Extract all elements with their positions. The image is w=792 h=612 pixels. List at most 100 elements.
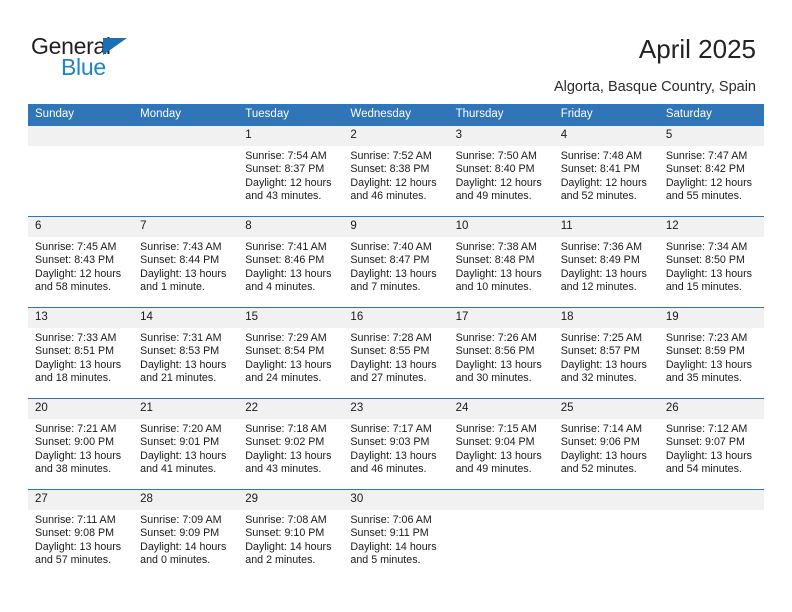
weekday-header-tuesday: Tuesday bbox=[238, 104, 344, 126]
day-sun-info: Sunrise: 7:50 AM Sunset: 8:40 PM Daylight:… bbox=[449, 146, 554, 204]
daylight-text: Daylight: 13 hours and 24 minutes. bbox=[245, 358, 332, 385]
sunrise-text: Sunrise: 7:41 AM bbox=[245, 241, 327, 253]
daylight-text: Daylight: 13 hours and 27 minutes. bbox=[350, 358, 437, 385]
day-number: 24 bbox=[448, 399, 554, 419]
day-cell-inner bbox=[658, 490, 764, 580]
calendar-day-cell[interactable]: 22 Sunrise: 7:18 AM Sunset: 9:02 PM Dayligh… bbox=[238, 398, 344, 490]
day-cell-inner: 12 Sunrise: 7:34 AM Sunset: 8:50 PM Dayligh… bbox=[658, 217, 764, 307]
day-cell-inner: 28 Sunrise: 7:09 AM Sunset: 9:09 PM Dayligh… bbox=[133, 490, 239, 580]
calendar-day-cell[interactable]: 3 Sunrise: 7:50 AM Sunset: 8:40 PM Daylight… bbox=[448, 125, 554, 217]
calendar-day-cell[interactable]: 17 Sunrise: 7:26 AM Sunset: 8:56 PM Dayligh… bbox=[448, 307, 554, 399]
calendar-day-cell[interactable]: 23 Sunrise: 7:17 AM Sunset: 9:03 PM Dayligh… bbox=[343, 398, 449, 490]
page-title: April 2025 bbox=[638, 34, 756, 64]
sunset-text: Sunset: 8:53 PM bbox=[140, 345, 220, 358]
location-subtitle: Algorta, Basque Country, Spain bbox=[553, 79, 756, 95]
sunrise-text: Sunrise: 7:28 AM bbox=[350, 332, 432, 344]
day-number bbox=[658, 490, 764, 510]
day-number: 27 bbox=[28, 490, 134, 510]
day-cell-inner: 19 Sunrise: 7:23 AM Sunset: 8:59 PM Dayligh… bbox=[658, 308, 764, 398]
calendar-day-cell[interactable]: 24 Sunrise: 7:15 AM Sunset: 9:04 PM Dayligh… bbox=[448, 398, 554, 490]
day-number: 13 bbox=[28, 308, 134, 328]
calendar-day-cell[interactable]: 13 Sunrise: 7:33 AM Sunset: 8:51 PM Dayligh… bbox=[28, 307, 134, 399]
calendar-week-row: 1 Sunrise: 7:54 AM Sunset: 8:37 PM Daylight… bbox=[28, 125, 764, 217]
calendar-day-cell[interactable]: 28 Sunrise: 7:09 AM Sunset: 9:09 PM Dayligh… bbox=[133, 489, 239, 580]
day-cell-inner: 27 Sunrise: 7:11 AM Sunset: 9:08 PM Dayligh… bbox=[28, 490, 134, 580]
day-number: 18 bbox=[553, 308, 659, 328]
calendar-day-cell[interactable]: 20 Sunrise: 7:21 AM Sunset: 9:00 PM Dayligh… bbox=[28, 398, 134, 490]
sunset-text: Sunset: 8:41 PM bbox=[560, 163, 640, 176]
calendar-day-cell-empty bbox=[133, 125, 239, 217]
day-number: 21 bbox=[133, 399, 239, 419]
day-cell-inner: 17 Sunrise: 7:26 AM Sunset: 8:56 PM Dayligh… bbox=[448, 308, 554, 398]
daylight-text: Daylight: 13 hours and 12 minutes. bbox=[560, 267, 647, 294]
sunrise-text: Sunrise: 7:45 AM bbox=[35, 241, 117, 253]
day-sun-info: Sunrise: 7:41 AM Sunset: 8:46 PM Daylight:… bbox=[238, 237, 343, 295]
calendar-day-cell[interactable]: 19 Sunrise: 7:23 AM Sunset: 8:59 PM Dayligh… bbox=[658, 307, 764, 399]
day-cell-inner: 18 Sunrise: 7:25 AM Sunset: 8:57 PM Dayligh… bbox=[553, 308, 659, 398]
calendar-day-cell[interactable]: 5 Sunrise: 7:47 AM Sunset: 8:42 PM Daylight… bbox=[658, 125, 764, 217]
calendar-day-cell[interactable]: 9 Sunrise: 7:40 AM Sunset: 8:47 PM Daylight… bbox=[343, 216, 449, 308]
sunset-text: Sunset: 8:42 PM bbox=[665, 163, 745, 176]
day-cell-inner bbox=[448, 490, 554, 580]
sunrise-text: Sunrise: 7:48 AM bbox=[560, 150, 643, 162]
sunset-text: Sunset: 8:46 PM bbox=[245, 254, 325, 267]
calendar-day-cell[interactable]: 21 Sunrise: 7:20 AM Sunset: 9:01 PM Dayligh… bbox=[133, 398, 239, 490]
sunrise-text: Sunrise: 7:06 AM bbox=[350, 514, 432, 526]
calendar-day-cell[interactable]: 27 Sunrise: 7:11 AM Sunset: 9:08 PM Dayligh… bbox=[28, 489, 134, 580]
calendar-day-cell[interactable]: 15 Sunrise: 7:29 AM Sunset: 8:54 PM Dayligh… bbox=[238, 307, 344, 399]
sunset-text: Sunset: 8:50 PM bbox=[665, 254, 745, 267]
daylight-text: Daylight: 14 hours and 2 minutes. bbox=[245, 540, 332, 567]
calendar-day-cell[interactable]: 6 Sunrise: 7:45 AM Sunset: 8:43 PM Daylight… bbox=[28, 216, 134, 308]
sunrise-text: Sunrise: 7:26 AM bbox=[455, 332, 537, 344]
page-header: General Blue April 2025 Algorta, Basque … bbox=[0, 0, 792, 100]
logo-text-blue: Blue bbox=[61, 54, 106, 80]
day-sun-info: Sunrise: 7:48 AM Sunset: 8:41 PM Daylight:… bbox=[554, 146, 659, 204]
calendar-day-cell[interactable]: 26 Sunrise: 7:12 AM Sunset: 9:07 PM Dayligh… bbox=[658, 398, 764, 490]
daylight-text: Daylight: 13 hours and 4 minutes. bbox=[245, 267, 332, 294]
day-sun-info: Sunrise: 7:12 AM Sunset: 9:07 PM Daylight:… bbox=[659, 419, 764, 477]
calendar-week-row: 6 Sunrise: 7:45 AM Sunset: 8:43 PM Daylight… bbox=[28, 216, 764, 308]
day-cell-inner: 13 Sunrise: 7:33 AM Sunset: 8:51 PM Dayligh… bbox=[28, 308, 134, 398]
sunset-text: Sunset: 9:02 PM bbox=[245, 436, 325, 449]
day-cell-inner: 8 Sunrise: 7:41 AM Sunset: 8:46 PM Daylight… bbox=[238, 217, 344, 307]
day-number: 30 bbox=[343, 490, 449, 510]
calendar-day-cell[interactable]: 29 Sunrise: 7:08 AM Sunset: 9:10 PM Dayligh… bbox=[238, 489, 344, 580]
daylight-text: Daylight: 12 hours and 52 minutes. bbox=[560, 176, 647, 203]
sunset-text: Sunset: 8:40 PM bbox=[455, 163, 535, 176]
calendar-day-cell[interactable]: 7 Sunrise: 7:43 AM Sunset: 8:44 PM Daylight… bbox=[133, 216, 239, 308]
calendar-day-cell[interactable]: 18 Sunrise: 7:25 AM Sunset: 8:57 PM Dayligh… bbox=[553, 307, 659, 399]
daylight-text: Daylight: 13 hours and 46 minutes. bbox=[350, 449, 437, 476]
general-blue-logo[interactable]: General Blue bbox=[31, 33, 231, 81]
calendar-day-cell[interactable]: 2 Sunrise: 7:52 AM Sunset: 8:38 PM Daylight… bbox=[343, 125, 449, 217]
calendar-week-row: 20 Sunrise: 7:21 AM Sunset: 9:00 PM Dayligh… bbox=[28, 398, 764, 490]
sunset-text: Sunset: 9:04 PM bbox=[455, 436, 535, 449]
daylight-text: Daylight: 13 hours and 35 minutes. bbox=[665, 358, 752, 385]
day-sun-info: Sunrise: 7:34 AM Sunset: 8:50 PM Daylight:… bbox=[659, 237, 764, 295]
day-cell-inner: 3 Sunrise: 7:50 AM Sunset: 8:40 PM Daylight… bbox=[448, 126, 554, 216]
day-sun-info: Sunrise: 7:08 AM Sunset: 9:10 PM Daylight:… bbox=[238, 510, 343, 568]
day-cell-inner: 4 Sunrise: 7:48 AM Sunset: 8:41 PM Daylight… bbox=[553, 126, 659, 216]
calendar-day-cell[interactable]: 16 Sunrise: 7:28 AM Sunset: 8:55 PM Dayligh… bbox=[343, 307, 449, 399]
day-cell-inner: 11 Sunrise: 7:36 AM Sunset: 8:49 PM Dayligh… bbox=[553, 217, 659, 307]
day-number: 2 bbox=[343, 126, 449, 146]
calendar-day-cell[interactable]: 4 Sunrise: 7:48 AM Sunset: 8:41 PM Daylight… bbox=[553, 125, 659, 217]
sunrise-text: Sunrise: 7:50 AM bbox=[455, 150, 537, 162]
day-sun-info: Sunrise: 7:36 AM Sunset: 8:49 PM Daylight:… bbox=[554, 237, 659, 295]
calendar-day-cell[interactable]: 30 Sunrise: 7:06 AM Sunset: 9:11 PM Dayligh… bbox=[343, 489, 449, 580]
calendar-day-cell[interactable]: 25 Sunrise: 7:14 AM Sunset: 9:06 PM Dayligh… bbox=[553, 398, 659, 490]
sunrise-text: Sunrise: 7:36 AM bbox=[560, 241, 643, 253]
calendar-day-cell[interactable]: 14 Sunrise: 7:31 AM Sunset: 8:53 PM Dayligh… bbox=[133, 307, 239, 399]
calendar-body: 1 Sunrise: 7:54 AM Sunset: 8:37 PM Daylight… bbox=[28, 125, 764, 580]
calendar-day-cell[interactable]: 11 Sunrise: 7:36 AM Sunset: 8:49 PM Dayligh… bbox=[553, 216, 659, 308]
sunset-text: Sunset: 8:44 PM bbox=[140, 254, 220, 267]
calendar-day-cell[interactable]: 1 Sunrise: 7:54 AM Sunset: 8:37 PM Daylight… bbox=[238, 125, 344, 217]
day-number: 10 bbox=[448, 217, 554, 237]
day-cell-inner bbox=[553, 490, 659, 580]
calendar-day-cell[interactable]: 10 Sunrise: 7:38 AM Sunset: 8:48 PM Dayligh… bbox=[448, 216, 554, 308]
daylight-text: Daylight: 13 hours and 21 minutes. bbox=[140, 358, 227, 385]
calendar-day-cell[interactable]: 12 Sunrise: 7:34 AM Sunset: 8:50 PM Dayligh… bbox=[658, 216, 764, 308]
day-number: 15 bbox=[238, 308, 344, 328]
calendar-day-cell[interactable]: 8 Sunrise: 7:41 AM Sunset: 8:46 PM Daylight… bbox=[238, 216, 344, 308]
day-cell-inner: 21 Sunrise: 7:20 AM Sunset: 9:01 PM Dayligh… bbox=[133, 399, 239, 489]
daylight-text: Daylight: 12 hours and 46 minutes. bbox=[350, 176, 437, 203]
